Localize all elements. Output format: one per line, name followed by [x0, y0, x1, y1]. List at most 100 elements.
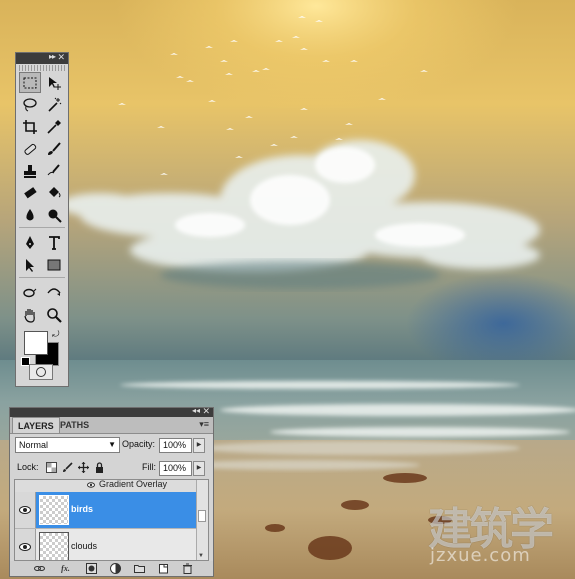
brush-icon — [48, 141, 61, 155]
eraser-icon — [24, 186, 37, 198]
tools-panel: ▸▸ ✕ ⤾ — [15, 52, 69, 387]
layer-row-clouds[interactable]: clouds — [15, 529, 198, 560]
blend-row: Normal ▼ Opacity: 100% ▶ — [10, 434, 213, 457]
type-icon — [49, 235, 60, 250]
path-selection-tool[interactable] — [19, 254, 41, 275]
lock-transparent-pixels-icon[interactable] — [46, 462, 57, 473]
rectangular-marquee-tool[interactable] — [19, 72, 41, 93]
lasso-icon — [23, 97, 37, 111]
type-tool[interactable] — [43, 232, 65, 253]
layer-name[interactable]: clouds — [71, 541, 97, 551]
hand-icon — [24, 308, 35, 323]
tools-panel-header[interactable]: ▸▸ ✕ — [16, 52, 68, 64]
layers-panel-tabs: LAYERS PATHS ▾≡ — [10, 417, 213, 434]
drop-icon — [26, 208, 34, 220]
eraser-tool[interactable] — [19, 182, 41, 203]
new-group-icon[interactable] — [134, 563, 145, 574]
tools-divider — [19, 277, 65, 281]
tools-divider — [19, 227, 65, 231]
fill-input[interactable]: 100% — [159, 461, 192, 476]
opacity-input[interactable]: 100% — [159, 438, 192, 453]
blend-mode-value: Normal — [19, 440, 49, 450]
move-tool[interactable] — [43, 72, 65, 93]
collapse-icon[interactable]: ▸▸ — [49, 52, 56, 61]
layers-list: Gradient Overlay birds clouds ▼ — [14, 479, 209, 561]
marquee-icon — [23, 77, 37, 88]
opacity-label: Opacity: — [122, 439, 156, 449]
scroll-down-icon[interactable]: ▼ — [198, 553, 204, 559]
clone-stamp-tool[interactable] — [19, 160, 41, 181]
eye-icon — [19, 506, 31, 514]
layers-panel-footer: fx. — [10, 561, 213, 576]
panel-menu-icon[interactable]: ▾≡ — [199, 419, 209, 430]
tab-paths[interactable]: PATHS — [55, 417, 94, 433]
watermark-url: jzxue.com — [430, 545, 531, 566]
paint-bucket-tool[interactable] — [43, 182, 65, 203]
layers-panel: ◂◂ ✕ LAYERS PATHS ▾≡ Normal ▼ Opacity: 1… — [9, 406, 214, 577]
bandage-icon — [24, 143, 37, 155]
eyedropper-tool[interactable] — [43, 116, 65, 137]
move-icon — [49, 76, 61, 90]
opacity-slider-button[interactable]: ▶ — [193, 438, 205, 453]
scrollbar-thumb[interactable] — [198, 510, 206, 522]
magic-wand-icon — [48, 97, 62, 112]
close-icon[interactable]: ✕ — [57, 52, 65, 63]
collapse-icon[interactable]: ◂◂ — [192, 406, 200, 415]
quick-mask-button[interactable] — [29, 364, 53, 380]
blur-tool[interactable] — [19, 204, 41, 225]
3d-orbit-tool[interactable] — [43, 282, 65, 303]
link-layers-icon[interactable] — [34, 563, 45, 574]
lasso-tool[interactable] — [19, 94, 41, 115]
eyedropper-icon — [47, 119, 61, 134]
zoom-icon — [47, 307, 62, 323]
magic-wand-tool[interactable] — [43, 94, 65, 115]
close-icon[interactable]: ✕ — [202, 406, 210, 417]
dodge-tool[interactable] — [43, 204, 65, 225]
effect-name: Gradient Overlay — [99, 479, 168, 489]
add-mask-icon[interactable] — [86, 563, 97, 574]
new-layer-icon[interactable] — [158, 563, 169, 574]
fill-slider-button[interactable]: ▶ — [193, 461, 205, 476]
layer-row-birds[interactable]: birds — [15, 492, 198, 529]
3d-rotate-tool[interactable] — [19, 282, 41, 303]
zoom-tool[interactable] — [43, 304, 65, 325]
layer-visibility-toggle[interactable] — [15, 492, 36, 528]
layer-style-fx-icon[interactable]: fx. — [60, 563, 71, 574]
rectangle-icon — [47, 259, 61, 270]
adjustment-layer-icon[interactable] — [110, 563, 121, 574]
lock-all-icon[interactable] — [94, 462, 105, 473]
brush-tool[interactable] — [43, 138, 65, 159]
layer-thumbnail — [39, 495, 69, 525]
hand-tool[interactable] — [19, 304, 41, 325]
layers-scrollbar[interactable]: ▼ — [196, 480, 208, 560]
layers-panel-header[interactable]: ◂◂ ✕ — [10, 406, 213, 417]
watermark: 建筑学 jzxue.com — [418, 493, 568, 573]
arrow-icon — [26, 258, 34, 272]
lock-image-pixels-icon[interactable] — [62, 462, 73, 473]
crop-tool[interactable] — [19, 116, 41, 137]
rectangle-tool[interactable] — [43, 254, 65, 275]
layer-name[interactable]: birds — [71, 504, 93, 514]
blend-mode-select[interactable]: Normal ▼ — [15, 437, 120, 453]
layer-visibility-toggle[interactable] — [15, 529, 36, 560]
lock-row: Lock: Fill: 100% ▶ — [10, 457, 213, 480]
healing-brush-tool[interactable] — [19, 138, 41, 159]
history-brush-icon — [47, 163, 60, 175]
3d-rotate-icon — [23, 288, 37, 297]
3d-orbit-icon — [47, 287, 61, 296]
quick-mask-icon — [36, 367, 46, 377]
chevron-down-icon: ▼ — [108, 440, 116, 449]
crop-icon — [23, 119, 37, 134]
lock-label: Lock: — [17, 462, 39, 472]
eye-icon[interactable] — [87, 481, 95, 489]
swap-colors-icon[interactable]: ⤾ — [52, 329, 60, 340]
tool-grid — [16, 72, 68, 325]
lock-position-icon[interactable] — [78, 462, 89, 473]
pen-tool[interactable] — [19, 232, 41, 253]
tools-panel-grip[interactable] — [19, 65, 65, 71]
fill-label: Fill: — [142, 462, 156, 472]
foreground-color-swatch[interactable] — [24, 331, 48, 355]
tab-layers[interactable]: LAYERS — [12, 417, 60, 433]
delete-layer-icon[interactable] — [182, 563, 193, 574]
history-brush-tool[interactable] — [43, 160, 65, 181]
